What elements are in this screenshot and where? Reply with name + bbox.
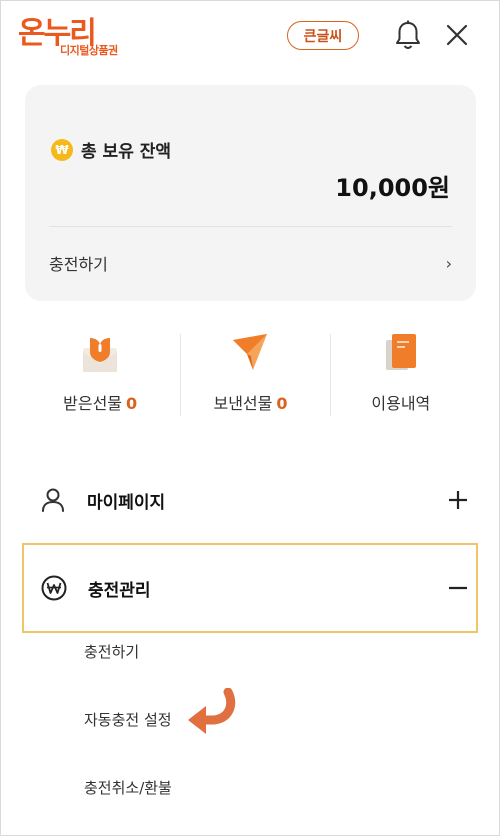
balance-title: ₩ 총 보유 잔액 <box>51 137 171 162</box>
charge-link-label: 충전하기 <box>49 255 108 274</box>
menu-mypage[interactable]: 마이페이지 <box>25 474 476 526</box>
gift-received-icon <box>83 338 118 372</box>
balance-title-text: 총 보유 잔액 <box>81 142 172 162</box>
header: 온누리 디지털상품권 큰글씨 <box>0 0 500 70</box>
received-gifts-count: 0 <box>126 394 138 413</box>
charge-management-label: 충전관리 <box>88 580 151 601</box>
sent-gifts-label: 보낸선물 0 <box>213 390 287 414</box>
close-icon[interactable] <box>444 22 470 48</box>
pointer-arrow-icon <box>188 688 236 734</box>
large-text-button[interactable]: 큰글씨 <box>287 21 359 50</box>
user-icon <box>42 488 64 512</box>
history-icon <box>385 334 416 370</box>
chevron-right-icon: › <box>445 253 452 273</box>
received-gifts-text: 받은선물 <box>63 394 123 413</box>
quick-menu: 받은선물 0 보낸선물 0 이용내역 <box>25 320 476 432</box>
sent-gifts-text: 보낸선물 <box>213 394 273 413</box>
mypage-label: 마이페이지 <box>87 492 166 513</box>
won-coin-icon: ₩ <box>51 138 73 161</box>
gift-sent-icon <box>233 334 268 370</box>
history-label: 이용내역 <box>371 394 431 413</box>
balance-card: ₩ 총 보유 잔액 10,000원 충전하기 › <box>25 85 476 301</box>
minus-icon[interactable] <box>446 576 470 600</box>
quick-item-history[interactable]: 이용내역 <box>326 320 476 432</box>
submenu-charge-cancel-refund[interactable]: 충전취소/환불 <box>84 777 172 798</box>
card-divider <box>49 226 452 227</box>
bell-icon[interactable] <box>394 19 422 51</box>
submenu-auto-charge-settings[interactable]: 자동충전 설정 <box>84 709 172 730</box>
charge-link[interactable]: 충전하기 › <box>49 245 452 281</box>
submenu-charge[interactable]: 충전하기 <box>84 641 139 662</box>
quick-item-received-gifts[interactable]: 받은선물 0 <box>25 320 175 432</box>
balance-amount: 10,000원 <box>335 174 450 202</box>
plus-icon[interactable] <box>446 488 470 512</box>
quick-item-sent-gifts[interactable]: 보낸선물 0 <box>175 320 325 432</box>
menu-charge-management[interactable]: 충전관리 <box>22 543 478 633</box>
logo-subtitle: 디지털상품권 <box>60 44 118 57</box>
sent-gifts-count: 0 <box>276 394 288 413</box>
received-gifts-label: 받은선물 0 <box>63 390 137 414</box>
onnuri-logo[interactable]: 온누리 디지털상품권 <box>18 12 138 58</box>
won-circle-icon <box>41 575 67 601</box>
